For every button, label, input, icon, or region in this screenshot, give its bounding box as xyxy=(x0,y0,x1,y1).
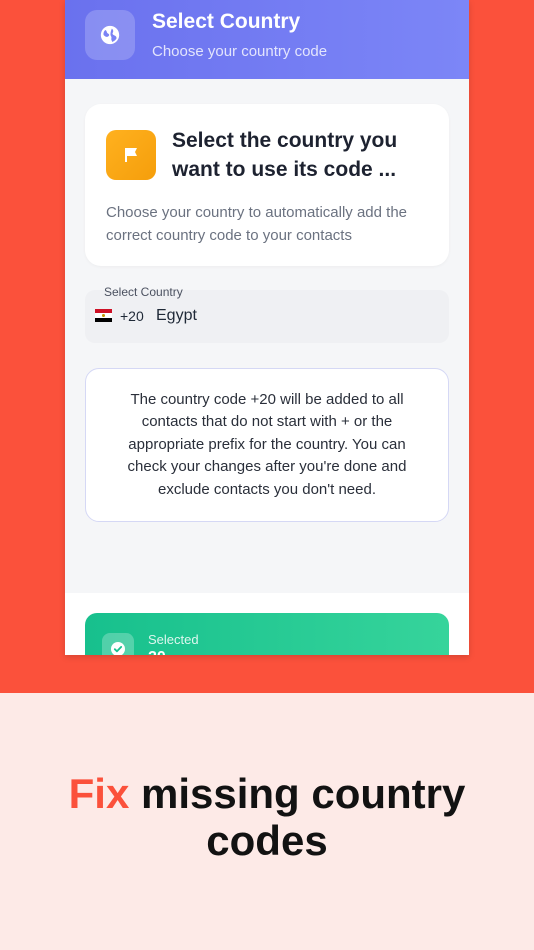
header-title: Select Country xyxy=(152,10,301,33)
promo-line2: codes xyxy=(206,817,328,864)
country-name: Egypt xyxy=(156,307,197,324)
flag-icon xyxy=(106,130,156,180)
phone-screen: Select Country Choose your country code … xyxy=(65,0,469,655)
selected-label: Selected xyxy=(148,632,199,647)
country-select-label: Select Country xyxy=(104,285,183,299)
info-card-title: Select the country you want to use its c… xyxy=(172,129,398,181)
app-header: Select Country Choose your country code xyxy=(65,0,469,79)
country-select[interactable]: Select Country +20 Egypt xyxy=(85,285,449,343)
country-code: +20 xyxy=(120,308,144,324)
promo-highlight: Fix xyxy=(68,770,130,817)
info-card-description: Choose your country to automatically add… xyxy=(106,204,408,244)
selected-value: 20 xyxy=(148,649,166,655)
promo-line1-rest: missing country xyxy=(129,770,466,817)
note-text: The country code +20 will be added to al… xyxy=(127,390,407,498)
note-card: The country code +20 will be added to al… xyxy=(85,368,449,522)
header-subtitle: Choose your country code xyxy=(152,43,328,60)
info-card: Select the country you want to use its c… xyxy=(85,104,449,266)
egypt-flag-icon xyxy=(95,309,112,322)
promo-headline: Fix missing country codes xyxy=(0,770,534,864)
selected-card[interactable]: Selected 20 xyxy=(85,613,449,655)
check-icon xyxy=(102,633,134,655)
globe-icon xyxy=(85,10,135,60)
